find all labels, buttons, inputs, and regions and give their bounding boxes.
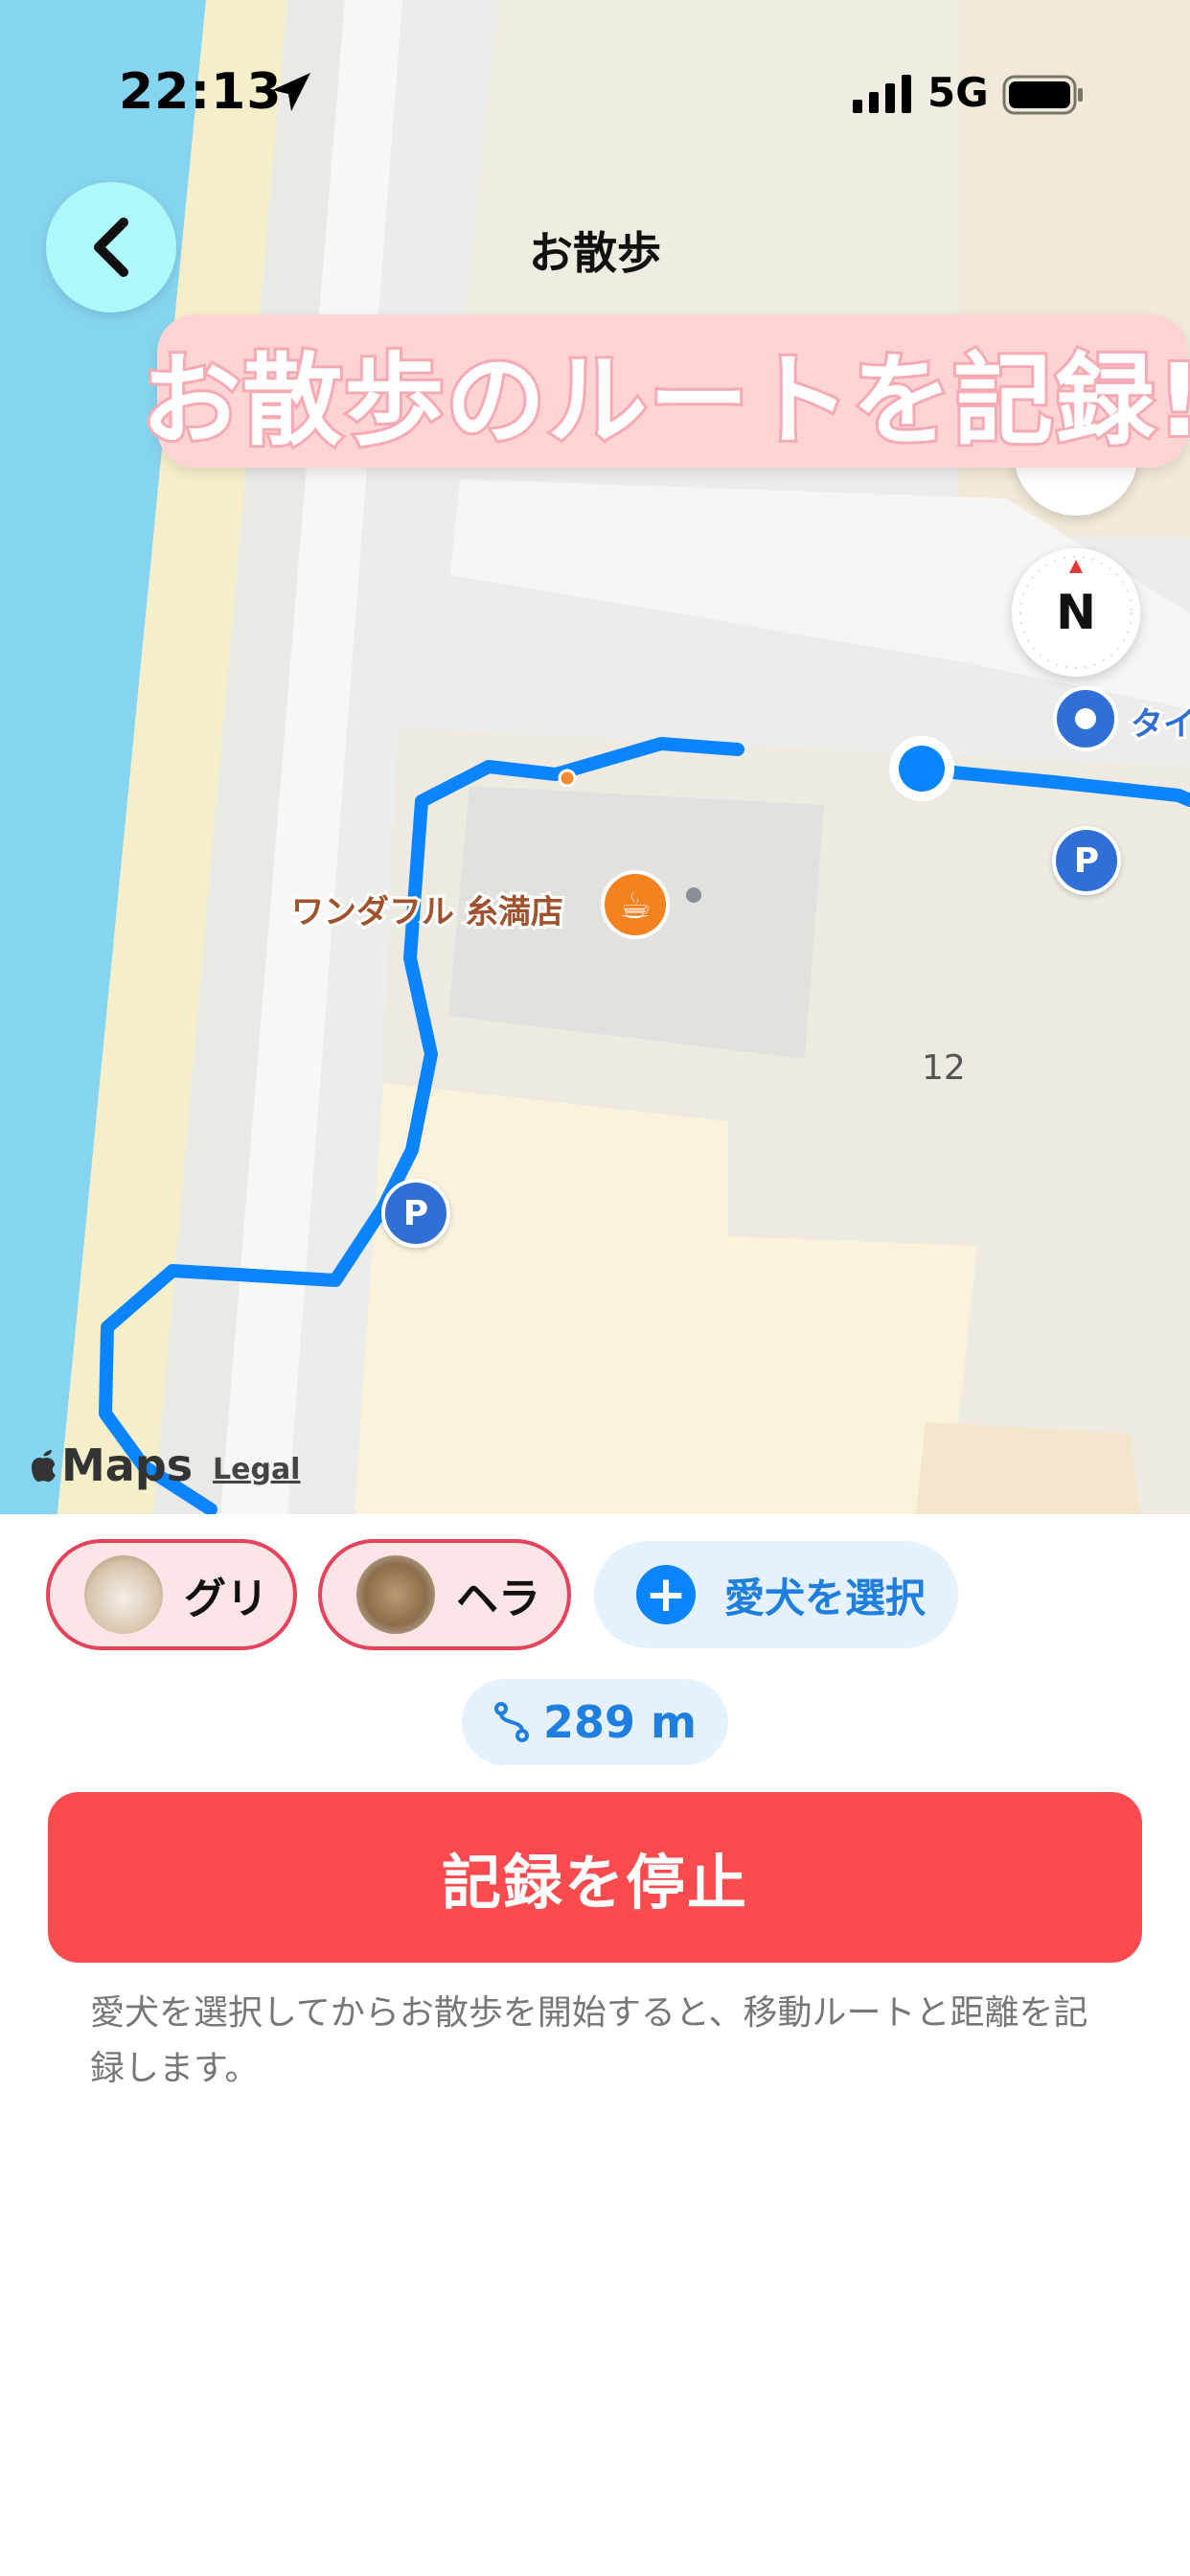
parking-marker[interactable]: P	[1052, 826, 1121, 895]
dog-avatar-guri	[84, 1555, 163, 1634]
maps-brand-text: Maps	[61, 1439, 194, 1491]
legal-link[interactable]: Legal	[213, 1453, 300, 1486]
plus-icon: +	[636, 1565, 696, 1624]
stop-recording-label: 記録を停止	[441, 1848, 748, 1918]
svg-text:☕: ☕	[619, 885, 652, 927]
promo-banner: お散歩のルートを記録!	[138, 314, 1190, 468]
battery-icon	[1002, 75, 1083, 115]
network-type: 5G	[927, 69, 989, 116]
apple-maps-logo: Maps	[29, 1439, 193, 1491]
dog-name-label: ヘラ	[456, 1575, 540, 1623]
select-dog-button[interactable]: + 愛犬を選択	[594, 1541, 958, 1648]
promo-banner-text: お散歩のルートを記録!	[138, 339, 1190, 462]
dog-chip-hera[interactable]: ヘラ	[318, 1539, 571, 1650]
compass-button[interactable]: N	[1012, 548, 1140, 677]
status-time: 22:13	[119, 63, 283, 121]
page-title: お散歩	[529, 227, 661, 279]
dog-avatar-hera	[356, 1555, 435, 1634]
select-dog-label: 愛犬を選択	[724, 1574, 927, 1622]
hint-text: 愛犬を選択してからお散歩を開始すると、移動ルートと距離を記録します。	[90, 1993, 1088, 2088]
distance-value: 289 m	[543, 1696, 697, 1748]
dog-chip-guri[interactable]: グリ	[46, 1539, 297, 1650]
poi-label-partial[interactable]: タイ	[1128, 698, 1190, 747]
stop-recording-button[interactable]: 記録を停止	[48, 1792, 1142, 1963]
route-icon	[494, 1702, 530, 1742]
parcel-number: 12	[922, 1048, 966, 1088]
dog-name-label: グリ	[184, 1575, 268, 1623]
cellular-signal-icon	[853, 75, 911, 113]
compass-n-label: N	[1056, 585, 1096, 640]
distance-badge: 289 m	[462, 1679, 728, 1765]
parking-marker[interactable]: P	[381, 1179, 450, 1248]
location-services-icon	[272, 73, 310, 111]
status-bar: 22:13 5G	[0, 0, 1190, 192]
poi-label-wonderful[interactable]: ワンダフル 糸満店	[288, 886, 566, 934]
apple-logo-icon	[32, 1450, 56, 1483]
